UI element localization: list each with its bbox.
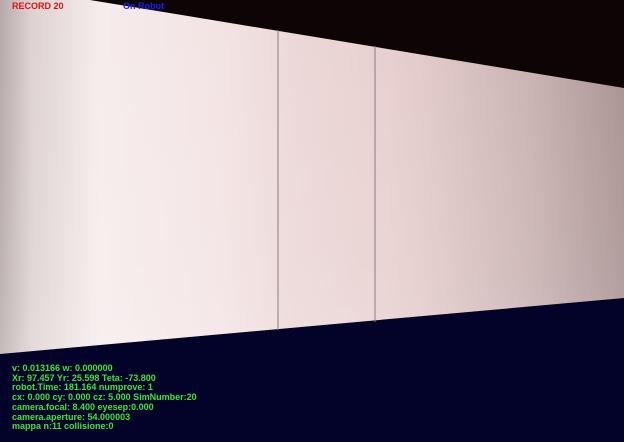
telemetry-readout: v: 0.013166 w: 0.000000 Xr: 97.457 Yr: 2… [12,363,612,432]
robot-status-label: On Robot [123,1,164,11]
telemetry-line-map: mappa n:11 collisione:0 [12,421,114,432]
hud-top: RECORD 20 On Robot [0,1,624,13]
record-label: RECORD 20 [12,1,64,11]
